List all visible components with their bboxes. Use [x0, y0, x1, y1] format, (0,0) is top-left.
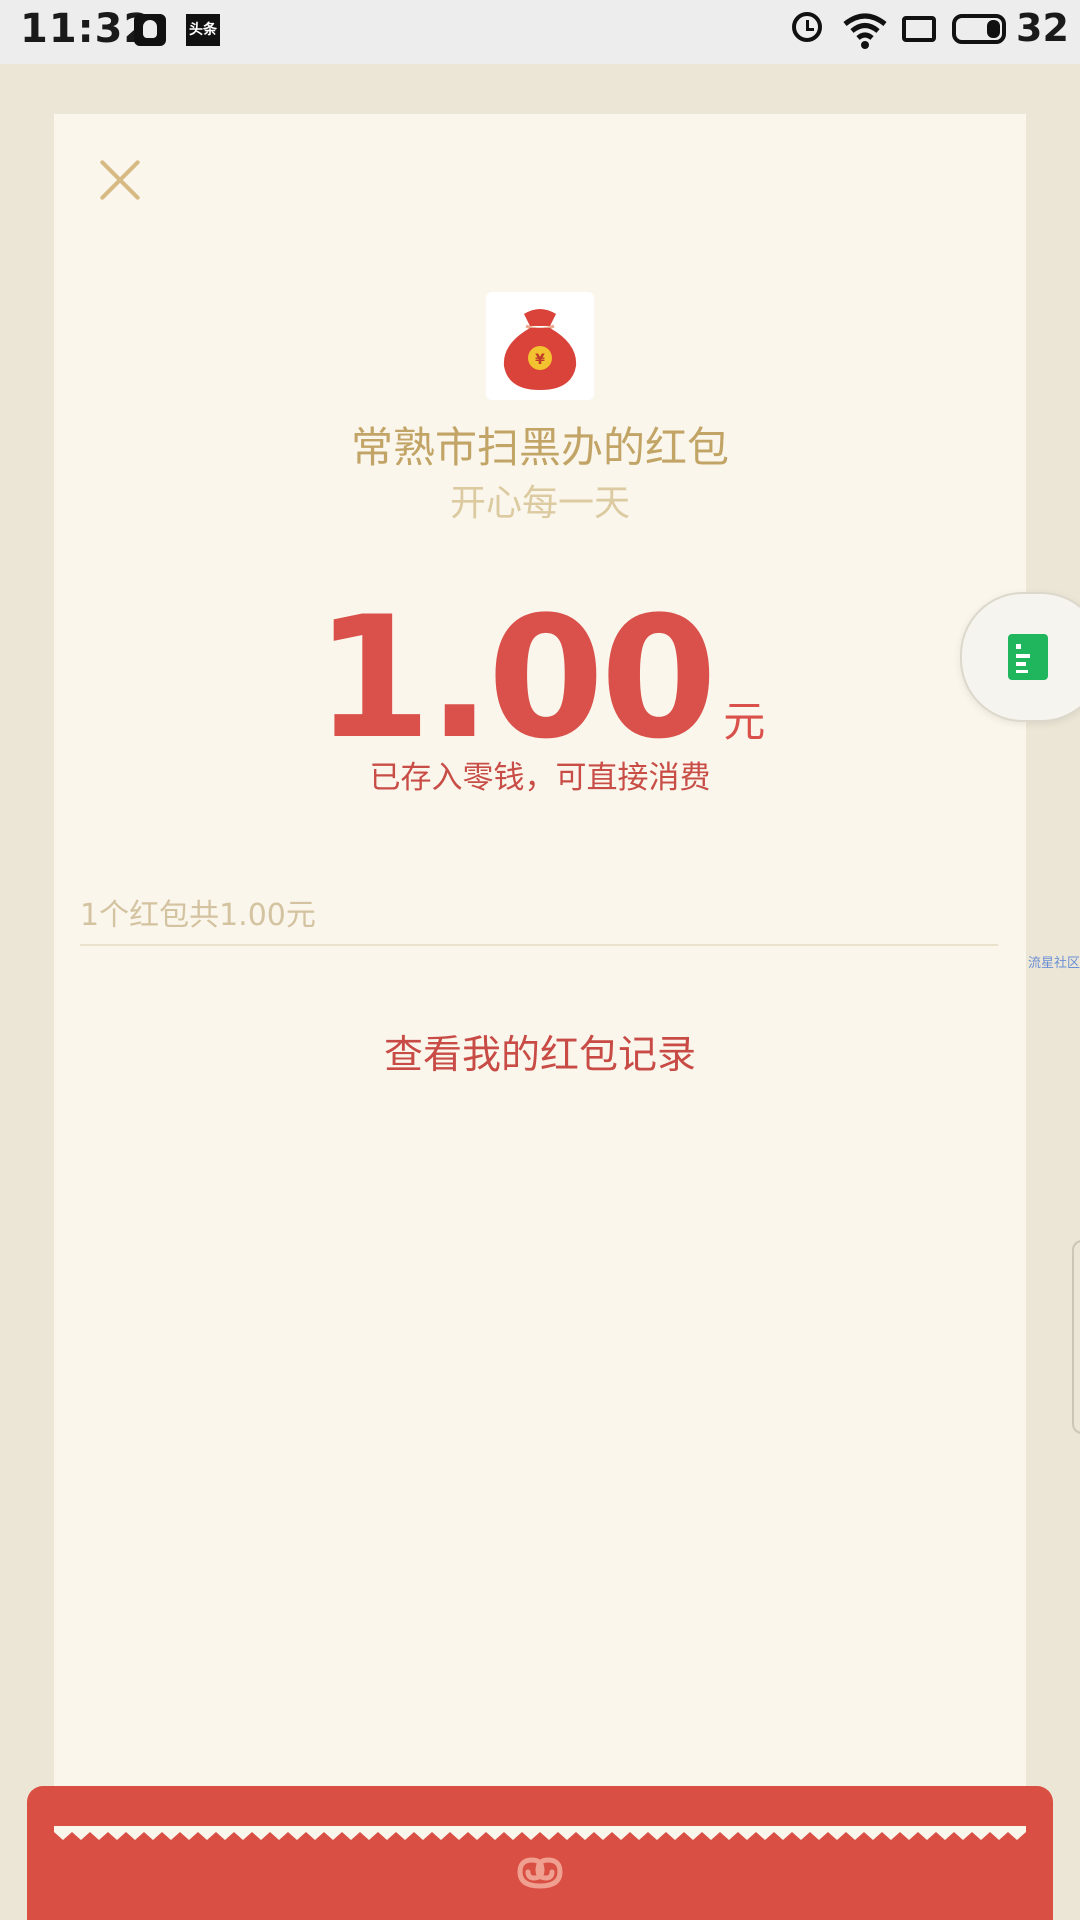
sim-icon — [902, 16, 936, 42]
swirl-icon — [517, 1857, 563, 1889]
close-icon[interactable] — [90, 150, 150, 210]
status-time: 11:32 — [20, 6, 153, 52]
amount-unit: 元 — [723, 697, 766, 746]
money-bag-icon: ¥ — [503, 309, 577, 390]
document-icon — [1008, 634, 1048, 680]
money-bag-symbol: ¥ — [535, 352, 545, 368]
edge-drag-handle[interactable] — [1072, 1240, 1080, 1434]
view-records-link[interactable]: 查看我的红包记录 — [54, 1024, 1026, 1080]
amount-value: 1.00 — [314, 580, 718, 776]
battery-icon — [952, 14, 1006, 44]
red-packet-card: ¥ 常熟市扫黑办的红包 开心每一天 1.00 元 已存入零钱，可直接消费 1个红包… — [54, 114, 1026, 1874]
floating-document-button[interactable] — [960, 592, 1080, 722]
torn-edge — [54, 1826, 1026, 1840]
sender-name: 常熟市扫黑办的红包 — [350, 423, 729, 472]
watermark-text: 流星社区 — [1028, 956, 1080, 971]
blessing-text: 开心每一天 — [449, 483, 630, 524]
battery-level: 32 — [1016, 6, 1069, 50]
battery-fill — [987, 20, 1000, 38]
alarm-icon — [792, 12, 822, 42]
deposit-note: 已存入零钱，可直接消费 — [369, 760, 711, 796]
qq-icon — [134, 14, 166, 46]
status-bar: 11:32 头条 32 — [0, 0, 1080, 64]
divider — [80, 944, 998, 946]
toutiao-icon: 头条 — [186, 14, 220, 46]
sender-avatar: ¥ — [486, 292, 594, 400]
wifi-icon — [843, 13, 887, 49]
amount-display: 1.00 元 — [54, 580, 1026, 776]
packet-summary: 1个红包共1.00元 — [80, 898, 316, 933]
